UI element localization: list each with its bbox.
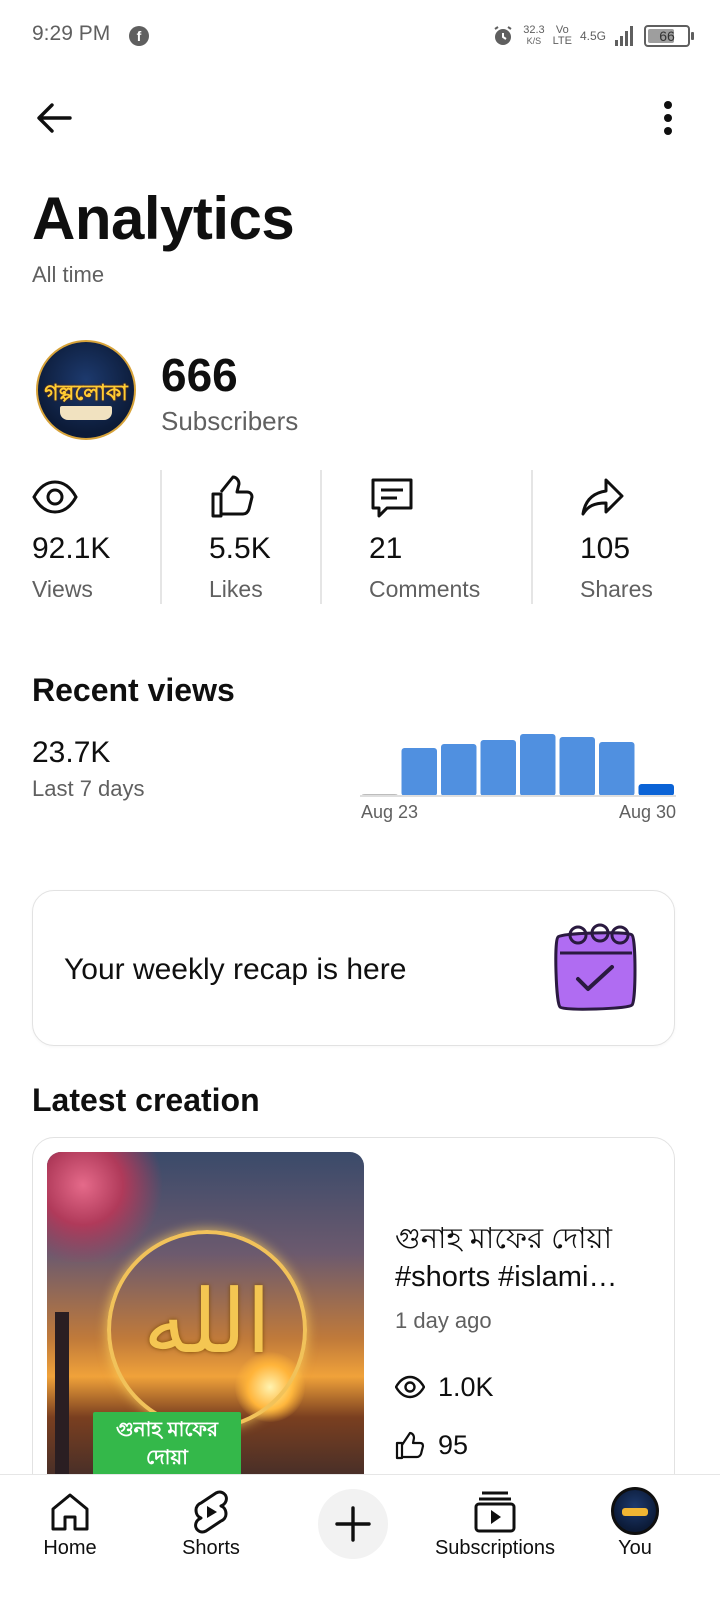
thumbs-up-icon <box>211 475 254 518</box>
create-button[interactable] <box>318 1489 388 1559</box>
status-bar: 9:29 PM f 32.3 K/S Vo LTE 4.5G 66 <box>0 0 720 72</box>
chart-bar-aug-24 <box>401 748 437 796</box>
book-icon <box>60 406 112 420</box>
calendar-check-icon <box>554 923 637 1011</box>
network-type: 4.5G <box>579 29 606 43</box>
nav-subscriptions-label: Subscriptions <box>434 1537 556 1559</box>
chart-bar-aug-30 <box>638 784 674 796</box>
divider <box>320 470 322 604</box>
shares-label: Shares <box>580 576 653 602</box>
comments-value: 21 <box>369 532 403 565</box>
profile-avatar <box>611 1487 659 1535</box>
comment-icon <box>371 478 413 518</box>
minaret-silhouette <box>55 1312 69 1482</box>
video-thumbnail[interactable]: الله গুনাহ মাফের দোয়া <box>47 1152 364 1492</box>
thumbnail-caption: গুনাহ মাফের দোয়া <box>93 1412 241 1476</box>
weekly-recap-card[interactable]: Your weekly recap is here <box>32 890 675 1046</box>
blossom-decoration <box>47 1152 167 1262</box>
latest-creation-card[interactable]: الله গুনাহ মাফের দোয়া গুনাহ মাফের দোয়া… <box>32 1137 675 1497</box>
eye-icon <box>32 480 78 514</box>
nav-shorts-label: Shorts <box>182 1537 240 1559</box>
network-speed: 32.3 K/S <box>523 24 545 47</box>
subscriptions-icon <box>474 1491 516 1533</box>
bar-chart-svg <box>360 734 676 797</box>
channel-avatar[interactable]: গল্পলোকা <box>36 340 136 440</box>
alarm-icon <box>494 26 512 45</box>
recent-views-period: Last 7 days <box>32 776 145 801</box>
page-title: Analytics <box>32 185 295 252</box>
nav-home[interactable]: Home <box>20 1475 120 1600</box>
chart-bar-aug-26 <box>480 740 516 796</box>
likes-label: Likes <box>209 576 263 602</box>
date-range-label: All time <box>32 262 105 287</box>
share-icon <box>581 478 624 516</box>
chart-bar-aug-25 <box>441 744 477 796</box>
chart-bar-aug-29 <box>599 742 635 796</box>
signal-icon <box>615 26 633 46</box>
plus-icon <box>335 1506 371 1542</box>
shares-value: 105 <box>580 532 631 565</box>
comments-label: Comments <box>369 576 481 602</box>
more-vertical-icon <box>664 101 672 135</box>
more-options-button[interactable] <box>656 96 680 140</box>
latest-creation-title: Latest creation <box>32 1082 260 1118</box>
weekly-recap-text: Your weekly recap is here <box>64 953 407 986</box>
volte-indicator: Vo LTE <box>552 24 572 47</box>
likes-value: 5.5K <box>209 532 271 565</box>
nav-you-label: You <box>618 1537 652 1559</box>
status-icons: 32.3 K/S Vo LTE 4.5G 66 <box>491 20 694 52</box>
battery-icon: 66 <box>644 25 694 47</box>
divider <box>531 470 533 604</box>
views-value: 92.1K <box>32 532 111 565</box>
recent-views-title: Recent views <box>32 672 235 708</box>
stats-row: 92.1K Views 5.5K Likes 21 Comments 105 S… <box>0 470 720 604</box>
home-icon <box>51 1493 89 1531</box>
video-likes-value: 95 <box>438 1430 469 1460</box>
nav-shorts[interactable]: Shorts <box>161 1475 261 1600</box>
chart-x-tick-end: Aug 30 <box>618 802 676 822</box>
subscriber-label: Subscribers <box>161 406 299 436</box>
thumbs-up-icon <box>395 1431 425 1460</box>
divider <box>160 470 162 604</box>
video-title[interactable]: গুনাহ মাফের দোয়া #shorts #islami… <box>395 1220 645 1296</box>
nav-subscriptions[interactable]: Subscriptions <box>430 1475 560 1600</box>
video-views-value: 1.0K <box>438 1372 494 1402</box>
arrow-left-icon <box>37 103 72 133</box>
video-age: 1 day ago <box>395 1308 492 1333</box>
back-button[interactable] <box>32 96 76 140</box>
nav-home-label: Home <box>43 1537 97 1559</box>
nav-you[interactable]: You <box>590 1475 680 1600</box>
views-label: Views <box>32 576 93 602</box>
eye-icon <box>395 1375 425 1399</box>
shorts-icon <box>194 1490 228 1534</box>
bottom-navigation: Home Shorts Subscriptions You <box>0 1474 720 1600</box>
facebook-notification-icon: f <box>129 26 149 46</box>
recent-views-value: 23.7K <box>32 736 111 769</box>
recent-views-chart[interactable]: Aug 23 Aug 30 <box>360 720 676 832</box>
chart-x-tick-start: Aug 23 <box>361 802 419 822</box>
chart-bar-aug-27 <box>520 734 556 796</box>
thumbnail-arabic-text: الله <box>143 1270 271 1373</box>
subscriber-count: 666 <box>161 349 238 401</box>
chart-bar-aug-28 <box>559 737 595 796</box>
status-time: 9:29 PM <box>32 22 111 45</box>
